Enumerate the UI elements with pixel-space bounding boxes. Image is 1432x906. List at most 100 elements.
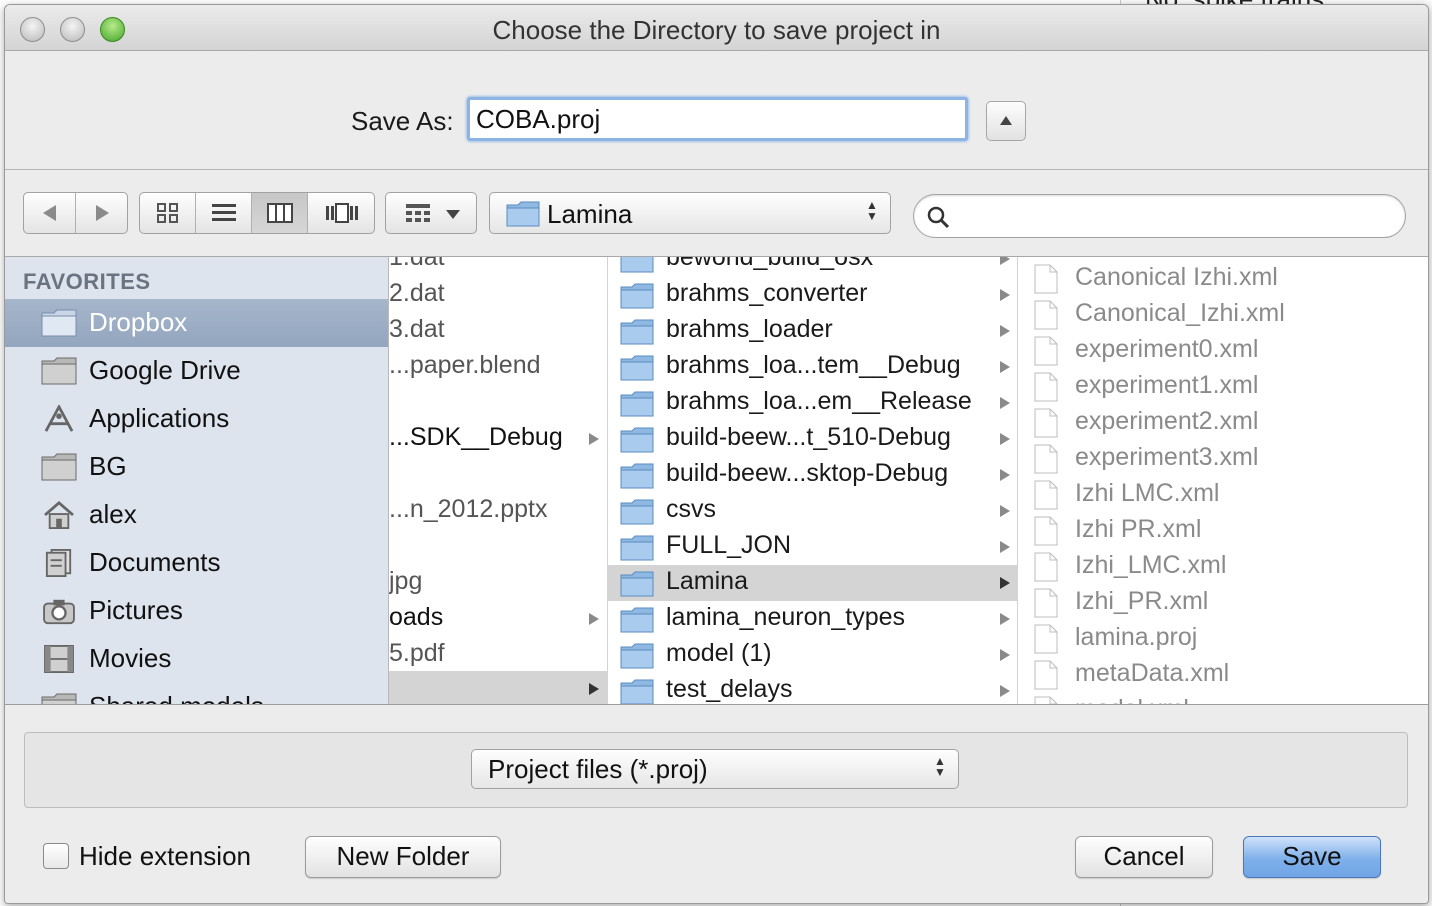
file-row: experiment1.xml [1018, 369, 1428, 405]
camera-icon [43, 599, 75, 625]
folder-row-selected[interactable]: Lamina [608, 565, 1017, 601]
file-row: model.xml [1018, 693, 1428, 704]
folder-row[interactable]: test_delays [608, 673, 1017, 704]
sidebar-item-bg[interactable]: BG [5, 443, 388, 491]
arrange-button[interactable] [385, 192, 477, 234]
search-field[interactable] [913, 194, 1406, 238]
list-item[interactable]: 2.dat [389, 277, 607, 313]
column-view-button[interactable] [252, 193, 308, 233]
sidebar-header-favorites: FAVORITES [23, 269, 151, 294]
new-folder-button[interactable]: New Folder [305, 836, 501, 878]
folder-icon [620, 355, 654, 381]
disclosure-arrow-icon [1000, 257, 1010, 265]
folder-row[interactable]: brahms_converter [608, 277, 1017, 313]
forward-button[interactable] [76, 193, 128, 233]
file-type-popup[interactable]: Project files (*.proj) ▲ ▼ [471, 749, 959, 789]
folder-row-label: build-beew...t_510-Debug [666, 423, 951, 451]
folder-row[interactable]: brahms_loa...em__Release [608, 385, 1017, 421]
folder-row-label: FULL_JON [666, 531, 792, 559]
sidebar-item-pictures[interactable]: Pictures [5, 587, 388, 635]
folder-icon [620, 257, 654, 273]
list-item-label: ...SDK__Debug [389, 423, 563, 451]
list-item[interactable]: 1.dat [389, 257, 607, 277]
folder-icon [620, 319, 654, 345]
cover-flow-button[interactable] [308, 193, 375, 233]
updown-arrows-icon: ▲ ▼ [866, 198, 878, 223]
folder-icon [620, 607, 654, 633]
folder-row[interactable]: brahms_loa...tem__Debug [608, 349, 1017, 385]
folder-icon [620, 391, 654, 417]
list-view-button[interactable] [196, 193, 252, 233]
nav-button-group [23, 192, 128, 234]
dialog-footer: Project files (*.proj) ▲ ▼ Hide extension… [5, 705, 1428, 903]
back-button[interactable] [24, 193, 76, 233]
documents-icon [45, 549, 72, 577]
list-item[interactable]: jpg [389, 565, 607, 601]
file-row: Izhi LMC.xml [1018, 477, 1428, 513]
list-item-selected[interactable] [389, 671, 607, 704]
folder-row-label: csvs [666, 495, 716, 523]
browser-column-2: beworld_build_osx brahms_converter brahm… [608, 257, 1018, 704]
save-as-row: Save As: [5, 51, 1428, 170]
sidebar-item-dropbox[interactable]: Dropbox [5, 299, 388, 347]
document-icon [1034, 696, 1058, 704]
folder-row[interactable]: beworld_build_osx [608, 257, 1017, 277]
folder-row-label: brahms_converter [666, 279, 868, 307]
folder-icon [620, 679, 654, 704]
list-item[interactable]: 3.dat [389, 313, 607, 349]
sidebar-item-movies[interactable]: Movies [5, 635, 388, 683]
location-popup[interactable]: Lamina ▲ ▼ [489, 192, 891, 234]
document-icon [1034, 372, 1058, 402]
sidebar-item-google-drive[interactable]: Google Drive [5, 347, 388, 395]
icon-view-icon [156, 203, 178, 223]
file-row-label: Izhi_LMC.xml [1075, 551, 1227, 579]
file-row: Izhi_LMC.xml [1018, 549, 1428, 585]
arrange-grid-icon [406, 204, 430, 222]
list-item[interactable]: 5.pdf [389, 637, 607, 673]
file-row: Izhi_PR.xml [1018, 585, 1428, 621]
list-item[interactable]: ...paper.blend [389, 349, 607, 385]
list-item[interactable]: ...n_2012.pptx [389, 493, 607, 529]
collapse-dialog-button[interactable] [986, 101, 1026, 141]
disclosure-arrow-icon [1000, 433, 1010, 445]
folder-row[interactable]: build-beew...sktop-Debug [608, 457, 1017, 493]
sidebar-item-applications[interactable]: Applications [5, 395, 388, 443]
sidebar-item-shared-models[interactable]: Shared models [5, 683, 388, 704]
icon-view-button[interactable] [140, 193, 196, 233]
cancel-button[interactable]: Cancel [1075, 836, 1213, 878]
hide-extension-label: Hide extension [79, 841, 251, 871]
save-dialog: Choose the Directory to save project in … [4, 4, 1429, 904]
document-icon [1034, 624, 1058, 654]
folder-row[interactable]: build-beew...t_510-Debug [608, 421, 1017, 457]
toolbar: Lamina ▲ ▼ [5, 171, 1428, 257]
search-input[interactable] [958, 201, 1388, 231]
folder-row[interactable]: csvs [608, 493, 1017, 529]
folder-icon [41, 309, 77, 337]
disclosure-arrow-icon [589, 433, 599, 445]
sidebar-item-alex[interactable]: alex [5, 491, 388, 539]
folder-icon [620, 427, 654, 453]
list-item[interactable]: ...SDK__Debug [389, 421, 607, 457]
file-row: experiment0.xml [1018, 333, 1428, 369]
title-bar[interactable]: Choose the Directory to save project in [5, 5, 1428, 51]
folder-icon [506, 201, 540, 227]
list-item-label: 1.dat [389, 257, 445, 271]
save-as-input[interactable] [467, 97, 968, 141]
disclosure-arrow-icon [1000, 649, 1010, 661]
browser-column-1: 1.dat 2.dat 3.dat ...paper.blend ...SDK_… [389, 257, 608, 704]
sidebar-item-label: Pictures [89, 595, 183, 625]
save-button[interactable]: Save [1243, 836, 1381, 878]
sidebar-item-documents[interactable]: Documents [5, 539, 388, 587]
file-row-label: Izhi_PR.xml [1075, 587, 1209, 615]
list-item[interactable]: oads [389, 601, 607, 637]
folder-row[interactable]: brahms_loader [608, 313, 1017, 349]
hide-extension-checkbox[interactable] [43, 843, 69, 869]
folder-row[interactable]: FULL_JON [608, 529, 1017, 565]
document-icon [1034, 552, 1058, 582]
document-icon [1034, 480, 1058, 510]
document-icon [1034, 300, 1058, 330]
disclosure-arrow-icon [1000, 469, 1010, 481]
folder-row[interactable]: lamina_neuron_types [608, 601, 1017, 637]
file-row-label: metaData.xml [1075, 659, 1230, 687]
folder-row[interactable]: model (1) [608, 637, 1017, 673]
